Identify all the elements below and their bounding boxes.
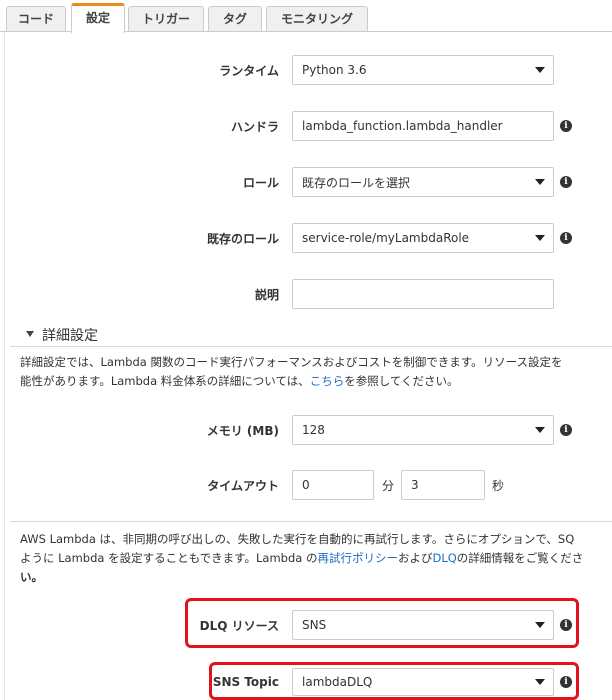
seconds-unit: 秒	[492, 479, 505, 493]
retry-desc-line2: ように Lambda を設定することもできます。Lambda の再試行ポリシーお…	[20, 549, 583, 567]
dlq-resource-select[interactable]: SNS	[292, 610, 554, 640]
advanced-settings-title[interactable]: 詳細設定	[42, 325, 98, 345]
existing-role-select[interactable]: service-role/myLambdaRole	[292, 223, 554, 253]
retry-desc-line1: AWS Lambda は、非同期の呼び出しの、失敗した実行を自動的に再試行します…	[20, 532, 575, 546]
expand-caret-icon[interactable]	[26, 331, 34, 337]
retry-desc-line3: い。	[20, 570, 43, 584]
description-label: 説明	[254, 288, 279, 302]
chevron-down-icon	[535, 679, 545, 685]
tab-monitoring[interactable]: モニタリング	[266, 6, 368, 32]
handler-label: ハンドラ	[230, 120, 279, 134]
sns-topic-select[interactable]: lambdaDLQ	[292, 668, 554, 696]
handler-value: lambda_function.lambda_handler	[302, 119, 503, 133]
chevron-down-icon	[535, 67, 545, 73]
chevron-down-icon	[535, 427, 545, 433]
dlq-resource-value: SNS	[302, 618, 327, 632]
retry-desc-text: および	[397, 551, 433, 565]
role-value: 既存のロールを選択	[302, 175, 411, 190]
chevron-down-icon	[535, 179, 545, 185]
sns-topic-label: SNS Topic	[212, 675, 279, 689]
memory-label: メモリ (MB)	[206, 424, 279, 438]
role-select[interactable]: 既存のロールを選択	[292, 167, 554, 197]
timeout-minutes-value: 0	[302, 478, 310, 492]
retry-policy-link[interactable]: 再試行ポリシー	[317, 551, 398, 565]
advanced-desc-text: 能性があります。Lambda 料金体系の詳細については、	[20, 374, 310, 388]
timeout-minutes-input[interactable]: 0	[292, 470, 374, 500]
tab-code[interactable]: コード	[6, 6, 66, 32]
runtime-value: Python 3.6	[302, 63, 367, 77]
divider	[10, 346, 612, 347]
pricing-link[interactable]: こちら	[310, 374, 345, 388]
dlq-resource-label: DLQ リソース	[199, 619, 279, 633]
minutes-unit: 分	[382, 479, 395, 493]
existing-role-label: 既存のロール	[206, 232, 279, 246]
timeout-seconds-value: 3	[411, 478, 419, 492]
tab-bar: コード 設定 トリガー タグ モニタリング	[0, 0, 612, 33]
memory-select[interactable]: 128	[292, 415, 554, 445]
info-icon[interactable]: i	[560, 424, 572, 436]
advanced-desc-text: を参照してください。	[344, 374, 459, 388]
info-icon[interactable]: i	[560, 176, 572, 188]
retry-desc-text: の詳細情報をご覧くださ	[456, 551, 584, 565]
runtime-select[interactable]: Python 3.6	[292, 55, 554, 85]
tab-tags[interactable]: タグ	[208, 6, 262, 32]
info-icon[interactable]: i	[560, 232, 572, 244]
advanced-desc-line1: 詳細設定では、Lambda 関数のコード実行パフォーマンスおよびコストを制御でき…	[20, 355, 563, 369]
chevron-down-icon	[535, 235, 545, 241]
info-icon[interactable]: i	[560, 676, 572, 688]
role-label: ロール	[242, 176, 279, 190]
dlq-link[interactable]: DLQ	[432, 551, 456, 565]
info-icon[interactable]: i	[560, 120, 572, 132]
chevron-down-icon	[535, 622, 545, 628]
advanced-desc-line2: 能性があります。Lambda 料金体系の詳細については、こちらを参照してください…	[20, 372, 459, 390]
tab-triggers[interactable]: トリガー	[128, 6, 204, 32]
description-input[interactable]	[292, 279, 554, 309]
memory-value: 128	[302, 423, 325, 437]
sns-topic-value: lambdaDLQ	[302, 675, 373, 689]
handler-input[interactable]: lambda_function.lambda_handler	[292, 111, 554, 141]
runtime-label: ランタイム	[219, 64, 279, 78]
existing-role-value: service-role/myLambdaRole	[302, 231, 470, 245]
info-icon[interactable]: i	[560, 619, 572, 631]
timeout-label: タイムアウト	[207, 479, 279, 493]
timeout-seconds-input[interactable]: 3	[401, 470, 485, 500]
tab-settings[interactable]: 設定	[71, 3, 125, 33]
divider	[10, 521, 612, 522]
retry-desc-text: ように Lambda を設定することもできます。Lambda の	[20, 551, 318, 565]
